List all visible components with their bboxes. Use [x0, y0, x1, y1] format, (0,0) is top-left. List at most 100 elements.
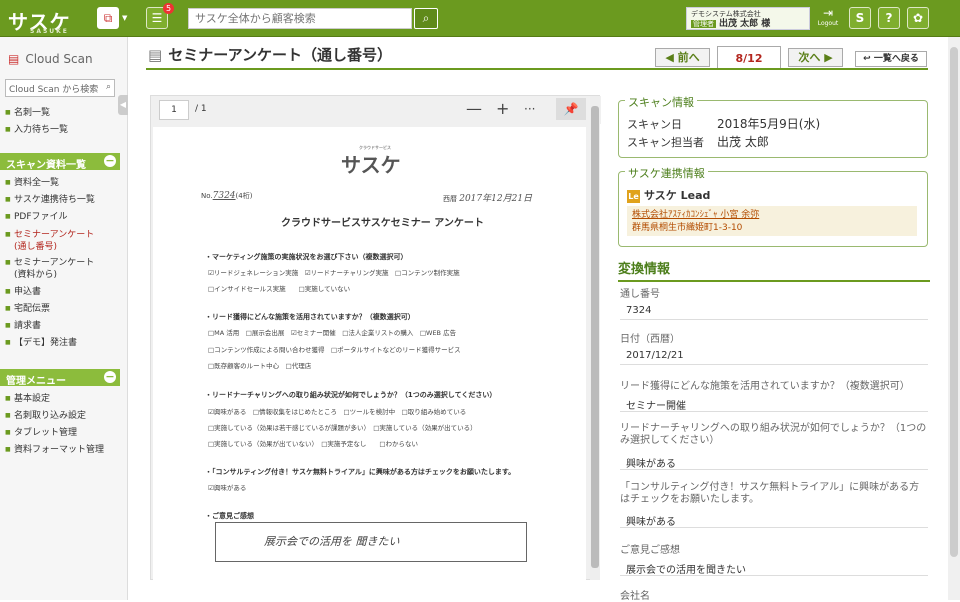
lead-company-link[interactable]: 株式会社ｱｽﾃｨｶｺﾝｼｪﾞｬ 小宮 余弥 [632, 209, 912, 222]
gear-icon[interactable]: ✿ [907, 7, 929, 29]
scan-info-panel: スキャン情報 スキャン日 2018年5月9日(水) スキャン担当者 出茂 太郎 [618, 94, 928, 158]
field-label: リード獲得にどんな施策を活用されていますか？（複数選択可） [620, 381, 910, 392]
field-value[interactable]: 興味がある [620, 450, 928, 470]
sidebar: ▤Cloud Scan ◀ Cloud Scan から検索⌕ 名刺一覧 入力待ち… [0, 37, 128, 600]
conversion-title: 変換情報 [618, 258, 930, 282]
field-value[interactable]: 7324 [620, 300, 928, 320]
sidebar-item-pdf[interactable]: PDFファイル [5, 211, 68, 223]
sasuke-icon[interactable]: S [849, 7, 871, 29]
sidebar-item-pending[interactable]: 入力待ち一覧 [5, 124, 68, 136]
sidebar-item-link-pending[interactable]: サスケ連携待ち一覧 [5, 194, 95, 206]
logout-button[interactable]: ⇥ Logout [817, 6, 839, 27]
collapse-icon: − [104, 154, 116, 167]
more-options-button[interactable]: ··· [524, 102, 535, 116]
sidebar-item-tablet[interactable]: タブレット管理 [5, 427, 77, 439]
field-label: リードナーチャリングへの取り組み状況が如何でしょうか？（1つのみ選択してください… [620, 423, 927, 446]
collapse-icon: − [104, 370, 116, 383]
answer-line: □実施している（効果が出ていない） □実施予定なし □わからない [208, 440, 418, 448]
sidebar-item-invoice[interactable]: 請求書 [5, 320, 41, 332]
company-name: デモシステム株式会社 [691, 10, 761, 18]
notification-badge: 5 [163, 3, 175, 14]
scroll-thumb[interactable] [950, 47, 958, 557]
scan-info-title: スキャン情報 [625, 94, 697, 110]
user-name: 出茂 太郎 様 [719, 19, 771, 29]
lead-app: Le サスケ Lead [627, 189, 711, 203]
answer-line: □コンテンツ作成による問い合わせ獲得 □ポータルサイトなどのリード獲得サービス [208, 346, 461, 354]
field-value[interactable]: セミナー開催 [620, 392, 928, 412]
sidebar-item-order[interactable]: 【デモ】発注書 [5, 337, 77, 349]
field-label: ご意見ご感想 [620, 545, 680, 556]
field-value[interactable]: 展示会での活用を聞きたい [620, 556, 928, 576]
scan-owner-row: スキャン担当者 出茂 太郎 [627, 135, 769, 149]
page-title: ▤ セミナーアンケート（通し番号） [148, 46, 392, 64]
comment-box: 展示会での活用を 聞きたい [215, 522, 527, 562]
section-scan-docs[interactable]: スキャン資料一覧 − [0, 153, 120, 171]
return-icon: ↩ [863, 54, 871, 64]
lead-detail: 株式会社ｱｽﾃｨｶｺﾝｼｪﾞｬ 小宮 余弥 群馬県桐生市織姫町1-3-10 [627, 206, 917, 236]
document-icon: ▤ [148, 46, 163, 64]
document-date: 西暦 2017年12月21日 [443, 194, 533, 204]
answer-line: ☑興味がある [208, 484, 247, 492]
answer-line: □インサイドセールス実施 □実施していない [208, 285, 351, 293]
field-value[interactable]: 2017/12/21 [620, 345, 928, 365]
cloud-scan-app-icon[interactable]: ⧉ [97, 7, 119, 29]
sidebar-item-seminar-doc[interactable]: セミナーアンケート(資料から) [5, 257, 94, 281]
back-to-list-button[interactable]: ↩ 一覧へ戻る [855, 51, 927, 67]
document-viewer: 1 / 1 — + ··· 📌 クラウドサービス サスケ No.7324(4桁) … [150, 95, 601, 582]
link-info-title: サスケ連携情報 [625, 165, 708, 181]
next-button[interactable]: 次へ ▶ [788, 48, 843, 67]
zoom-out-button[interactable]: — [466, 99, 482, 118]
sidebar-item-cards[interactable]: 名刺一覧 [5, 107, 50, 119]
user-info[interactable]: デモシステム株式会社 管理者 出茂 太郎 様 [686, 7, 810, 30]
sidebar-item-format[interactable]: 資料フォーマット管理 [5, 444, 104, 456]
info-panel: スキャン情報 スキャン日 2018年5月9日(水) スキャン担当者 出茂 太郎 サス… [618, 90, 930, 602]
question-1: ・マーケティング施策の実施状況をお選び下さい（複数選択可） [205, 253, 408, 261]
sidebar-item-seminar-serial[interactable]: セミナーアンケート(通し番号) [5, 229, 94, 253]
scan-icon: ▤ [8, 52, 20, 66]
question-5: ・ご意見ご感想 [205, 512, 254, 520]
lead-address: 群馬県桐生市織姫町1-3-10 [632, 223, 743, 233]
prev-button[interactable]: ◀ 前へ [655, 48, 710, 67]
field-value[interactable]: 興味がある [620, 508, 928, 528]
sidebar-item-import[interactable]: 名刺取り込み設定 [5, 410, 86, 422]
sidebar-search-input[interactable]: Cloud Scan から検索 ⌕ [5, 79, 115, 97]
field-label: 通し番号 [620, 289, 660, 300]
sidebar-item-delivery[interactable]: 宅配伝票 [5, 303, 50, 315]
top-bar: サスケSASUKE ⧉ ▼ ☰ 5 ⌕ デモシステム株式会社 管理者出茂 太郎 … [0, 0, 960, 37]
arrow-right-icon: ▶ [824, 51, 833, 64]
arrow-left-icon: ◀ [665, 51, 674, 64]
page-indicator: 8/12 [717, 46, 781, 70]
page-number-input[interactable]: 1 [159, 100, 189, 120]
question-4: ・「コンサルティング付き！サスケ無料トライアル」に興味がある方はチェックをお願い… [205, 468, 516, 476]
answer-line: □既存顧客のルート中心 □代理店 [208, 362, 312, 370]
logout-icon: ⇥ [822, 6, 834, 20]
search-button[interactable]: ⌕ [414, 8, 438, 29]
field-label: 日付（西暦） [620, 334, 680, 345]
answer-line: □実施している（効果は若干感じているが課題が多い） □実施している（効果が出てい… [208, 424, 477, 432]
customer-search-input[interactable] [188, 8, 412, 29]
viewer-scrollbar[interactable] [590, 96, 600, 580]
question-3: ・リードナーチャリングへの取り組み状況が如何でしょうか？（1つのみ選択してくださ… [205, 391, 497, 399]
answer-line: ☑リードジェネレーション実施 ☑リードナーチャリング実施 □コンテンツ制作実施 [208, 269, 460, 277]
collapse-sidebar-button[interactable]: ◀ [118, 95, 128, 115]
app-logo[interactable]: サスケ SASUKE [8, 6, 71, 35]
sidebar-item-all-docs[interactable]: 資料全一覧 [5, 177, 59, 189]
search-icon: ⌕ [105, 82, 111, 92]
zoom-in-button[interactable]: + [496, 99, 509, 118]
question-2: ・リード獲得にどんな施策を活用されていますか？（複数選択可） [205, 313, 415, 321]
page-scrollbar[interactable] [948, 37, 960, 600]
serial-number: No.7324(4桁) [201, 191, 253, 201]
scroll-thumb[interactable] [591, 106, 599, 568]
search-icon: ⌕ [422, 11, 430, 25]
link-info-panel: サスケ連携情報 Le サスケ Lead 株式会社ｱｽﾃｨｶｺﾝｼｪﾞｬ 小宮 余弥… [618, 165, 928, 247]
pin-icon[interactable]: 📌 [556, 98, 586, 120]
sidebar-item-settings[interactable]: 基本設定 [5, 393, 50, 405]
page-total: / 1 [195, 104, 207, 114]
document-title: クラウドサービスサスケセミナー アンケート [281, 218, 484, 229]
chevron-down-icon[interactable]: ▼ [122, 14, 127, 22]
help-icon[interactable]: ? [878, 7, 900, 29]
section-admin[interactable]: 管理メニュー − [0, 369, 120, 387]
scanned-document: クラウドサービス サスケ No.7324(4桁) 西暦 2017年12月21日 ク… [153, 127, 586, 582]
role-badge: 管理者 [691, 20, 716, 28]
sidebar-item-application[interactable]: 申込書 [5, 286, 41, 298]
